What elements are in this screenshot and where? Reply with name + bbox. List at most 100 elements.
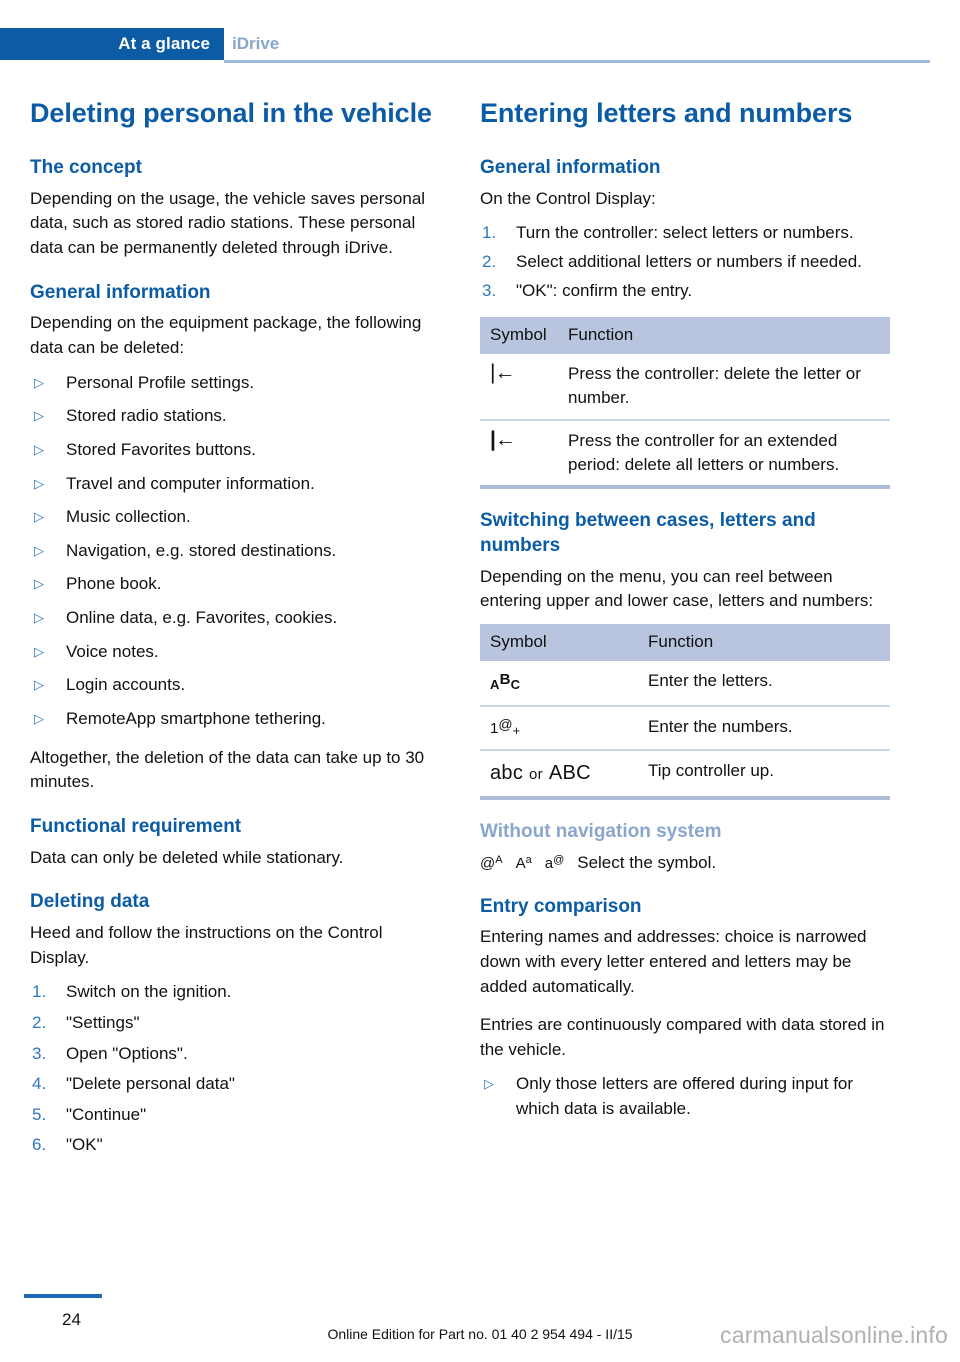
section-tab: iDrive (232, 34, 280, 53)
glyph-part-c: C (510, 677, 521, 693)
step-label: "OK": confirm the entry. (516, 280, 693, 300)
list-item: ▷ Only those letters are offered during i… (480, 1072, 890, 1121)
glyph-part-at: @ (498, 715, 513, 732)
list-item: 3. Open "Options". (30, 1042, 440, 1067)
heading-deleting-data: Deleting data (30, 891, 150, 913)
list-item-label: Stored Favorites buttons. (66, 439, 256, 459)
glyph-sup: A (495, 853, 503, 866)
footer-divider (24, 1294, 102, 1298)
list-item: 1. Switch on the ignition. (30, 980, 440, 1005)
page-header: At a glance iDrive (0, 28, 960, 60)
triangle-bullet-icon: ▷ (34, 576, 44, 592)
list-item: ▷ Personal Profile settings. (30, 371, 440, 396)
list-item: 5. "Continue" (30, 1103, 440, 1128)
entry-comparison-list: ▷ Only those letters are offered during i… (480, 1072, 890, 1121)
entering-steps: 1. Turn the controller: select letters or… (480, 221, 890, 303)
step-label: Select additional letters or numbers if … (516, 251, 862, 271)
right-column: Entering letters and numbers General inf… (480, 96, 890, 1136)
heading-general-information: General information (30, 281, 211, 303)
case-toggle-icon: abc or ABC (490, 762, 591, 784)
paragraph-control-display-intro: On the Control Display: (480, 188, 656, 208)
column-header-symbol: Symbol (480, 317, 558, 355)
list-item: 4. "Delete personal data" (30, 1072, 440, 1097)
list-item-label: RemoteApp smartphone tethering. (66, 709, 326, 728)
list-item-label: Music collection. (66, 507, 191, 527)
step-label: "OK" (66, 1135, 103, 1155)
backspace-bold-icon: |← (490, 427, 516, 451)
function-cell: Press the controller for an extended per… (558, 418, 890, 488)
glyph-part-a: A (490, 677, 500, 693)
step-number: 6. (32, 1135, 47, 1155)
numbers-at-plus-icon: 1@+ (490, 716, 521, 738)
list-item: ▷ Phone book. (30, 572, 440, 597)
paragraph-entry-comparison-2: Entries are continuously compared with d… (480, 1015, 885, 1059)
triangle-bullet-icon: ▷ (34, 643, 44, 659)
paragraph-the-concept: Depending on the usage, the vehicle save… (30, 188, 426, 257)
heading-entry-comparison: Entry comparison (480, 895, 642, 917)
left-page-title: Deleting personal in the vehicle (30, 98, 432, 128)
step-number: 3. (482, 280, 497, 300)
step-label: Open "Options". (66, 1043, 188, 1063)
upper-a-lower-a-icon: Aa (516, 853, 532, 874)
list-item-label: Online data, e.g. Favorites, cookies. (66, 608, 338, 628)
case-switch-symbol-table: Symbol Function ABC Enter the letters. 1… (480, 624, 890, 801)
left-column: Deleting personal in the vehicle The con… (30, 96, 440, 1172)
glyph-part-b: B (499, 671, 511, 689)
triangle-bullet-icon: ▷ (34, 441, 44, 457)
right-page-title: Entering letters and numbers (480, 98, 853, 128)
list-item: 2. Select additional letters or numbers i… (480, 250, 890, 275)
list-item-label: Voice notes. (66, 641, 159, 661)
step-label: "Delete personal data" (66, 1074, 235, 1094)
function-cell: Press the controller: delete the letter … (568, 364, 861, 408)
list-item-label: Stored radio stations. (66, 406, 227, 426)
table-row: 1@+ Enter the numbers. (480, 704, 890, 751)
symbol-cell: |← (480, 418, 558, 488)
step-label: Switch on the ignition. (66, 982, 232, 1002)
symbol-cell: abc or ABC (480, 749, 638, 799)
without-navigation-symbol-line: @A Aa a@ Select the symbol. (480, 851, 890, 875)
step-number: 3. (32, 1043, 47, 1063)
heading-without-navigation-system: Without navigation system (480, 821, 722, 843)
table-header-row: Symbol Function (480, 317, 890, 355)
heading-switching-cases: Switching between cases, letters and num… (480, 510, 816, 557)
deleting-data-steps: 1. Switch on the ignition. 2. "Settings" 3… (30, 980, 440, 1158)
letters-abc-icon: ABC (490, 671, 521, 693)
table-row: ABC Enter the letters. (480, 661, 890, 706)
triangle-bullet-icon: ▷ (34, 374, 44, 390)
table-header-row: Symbol Function (480, 624, 890, 662)
glyph-base: a (544, 854, 554, 872)
triangle-bullet-icon: ▷ (34, 711, 44, 726)
list-item: ▷ Music collection. (30, 505, 440, 530)
list-item: 1. Turn the controller: select letters or… (480, 221, 890, 246)
header-divider (224, 60, 930, 63)
list-item: ▷ RemoteApp smartphone tethering. (30, 707, 440, 732)
paragraph-general-information-intro: Depending on the equipment package, the … (30, 313, 422, 357)
glyph-part-plus: + (512, 722, 521, 738)
heading-functional-requirement: Functional requirement (30, 815, 242, 837)
list-item: ▷ Login accounts. (30, 673, 440, 698)
step-number: 1. (32, 982, 47, 1002)
triangle-bullet-icon: ▷ (34, 542, 44, 558)
glyph-base: A (515, 854, 526, 872)
symbol-cell: |← (480, 354, 558, 420)
list-item-label: Navigation, e.g. stored destinations. (66, 540, 337, 560)
without-navigation-instruction: Select the symbol. (577, 852, 717, 872)
list-item: ▷ Online data, e.g. Favorites, cookies. (30, 606, 440, 631)
chapter-tab: At a glance (0, 28, 224, 60)
list-item-label: Login accounts. (66, 675, 186, 695)
step-number: 2. (32, 1012, 47, 1032)
page-footer: 24 Online Edition for Part no. 01 40 2 9… (0, 1294, 960, 1362)
step-label: "Continue" (66, 1104, 147, 1124)
table-row: abc or ABC Tip controller up. (480, 749, 890, 799)
step-number: 4. (32, 1074, 47, 1094)
glyph-part-conjunction: or (529, 766, 543, 784)
function-cell: Enter the numbers. (638, 704, 890, 751)
glyph-sup: a (525, 853, 532, 866)
triangle-bullet-icon: ▷ (34, 509, 44, 525)
column-header-function: Function (638, 624, 890, 662)
list-item: ▷ Navigation, e.g. stored destinations. (30, 539, 440, 564)
list-item: ▷ Voice notes. (30, 640, 440, 665)
glyph-sup: @ (553, 853, 565, 866)
triangle-bullet-icon: ▷ (484, 1076, 494, 1092)
glyph-part-lowercase: abc (490, 762, 524, 785)
